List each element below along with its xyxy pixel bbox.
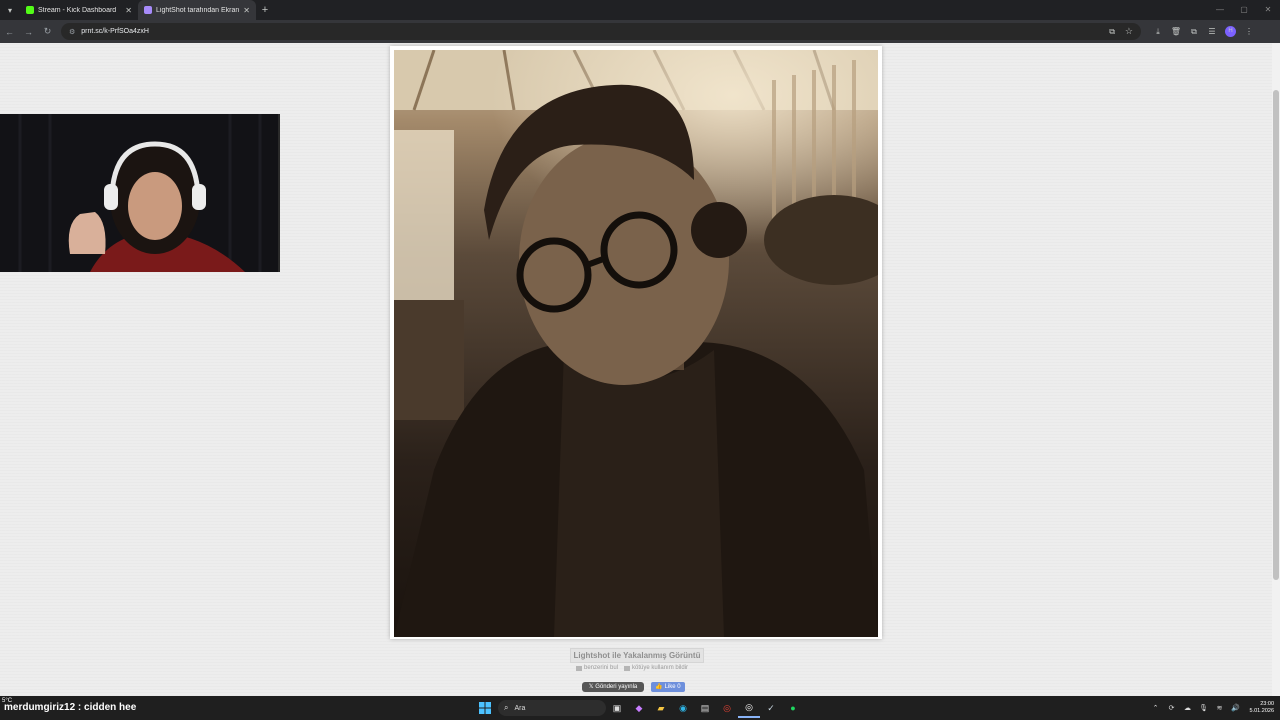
portrait-photo [394, 50, 878, 637]
install-app-icon[interactable]: ⧉ [1109, 27, 1115, 37]
tab-lightshot[interactable]: LightShot tarafından Ekran Gör ✕ [138, 0, 256, 20]
chat-overlay: merdumgiriz12 : cidden hee [4, 702, 136, 713]
webcam-feed [0, 114, 278, 272]
lightshot-favicon-icon [144, 6, 152, 14]
chat-separator: : [75, 702, 85, 713]
close-tab-icon[interactable]: ✕ [243, 6, 250, 15]
onedrive-icon[interactable]: ☁ [1180, 704, 1196, 712]
wifi-icon[interactable]: ≋ [1212, 704, 1228, 712]
chat-message: cidden hee [84, 702, 137, 713]
copilot-icon[interactable]: ◆ [628, 698, 650, 718]
steam-icon[interactable]: ✓ [760, 698, 782, 718]
translate-icon[interactable]: ⧉ [1185, 27, 1203, 37]
image-icon [576, 665, 582, 671]
profile-avatar[interactable]: H [1225, 26, 1236, 37]
taskbar: 5°C merdumgiriz12 : cidden hee ⌕ Ara ▣ ◆… [0, 696, 1280, 720]
scrollbar-thumb[interactable] [1273, 90, 1279, 580]
kick-favicon-icon [26, 6, 34, 14]
taskbar-search[interactable]: ⌕ Ara [498, 700, 606, 716]
window-controls: — ▢ ✕ [1208, 0, 1280, 20]
image-links: benzerini bul kötüye kullanım bildir [576, 665, 688, 671]
tab-search-icon[interactable]: ▾ [0, 0, 20, 20]
share-x-button[interactable]: 𝕏 Gönderi yayınla [582, 682, 644, 692]
microphone-icon[interactable]: 🎙 [1196, 704, 1212, 712]
chat-username: merdumgiriz12 [4, 702, 76, 713]
system-tray: ⌃ ⟳ ☁ 🎙 ≋ 🔊 23:00 5.01.2026 [1148, 698, 1274, 718]
file-explorer-icon[interactable]: ▰ [650, 698, 672, 718]
reload-icon[interactable]: ↻ [38, 26, 57, 37]
sync-icon[interactable]: ⟳ [1164, 704, 1180, 712]
store-icon[interactable]: ▤ [694, 698, 716, 718]
windows-icon [479, 702, 491, 714]
delete-icon[interactable]: 🗑 [1167, 27, 1185, 36]
webcam-overlay [0, 114, 280, 272]
new-tab-button[interactable]: + [256, 4, 274, 16]
spotify-icon[interactable]: ● [782, 698, 804, 718]
tray-overflow-icon[interactable]: ⌃ [1148, 704, 1164, 712]
address-bar[interactable]: ⚙ prnt.sc/k-PrfSOa4zxH ⧉ ☆ [61, 23, 1141, 40]
clock-time: 23:00 [1260, 701, 1274, 707]
start-button[interactable] [476, 699, 494, 717]
search-placeholder[interactable]: Ara [514, 705, 525, 712]
report-abuse-link[interactable]: kötüye kullanım bildir [624, 665, 688, 671]
back-icon[interactable]: ← [0, 27, 19, 37]
site-info-icon[interactable]: ⚙ [69, 28, 75, 36]
minimize-icon[interactable]: — [1208, 0, 1232, 20]
tab-strip: ▾ Stream - Kick Dashboard ✕ LightShot ta… [0, 0, 1280, 20]
bookmark-star-icon[interactable]: ☆ [1125, 26, 1133, 37]
forward-icon[interactable]: → [19, 27, 38, 37]
close-window-icon[interactable]: ✕ [1256, 0, 1280, 20]
search-icon: ⌕ [504, 703, 509, 712]
tab-group-icon[interactable]: ☰ [1203, 27, 1221, 36]
tab-kick-dashboard[interactable]: Stream - Kick Dashboard ✕ [20, 0, 138, 20]
browser-toolbar: ← → ↻ ⚙ prnt.sc/k-PrfSOa4zxH ⧉ ☆ ⤓ 🗑 ⧉ ☰… [0, 20, 1280, 43]
close-tab-icon[interactable]: ✕ [125, 6, 132, 15]
maximize-icon[interactable]: ▢ [1232, 0, 1256, 20]
screenshot-frame [390, 46, 882, 639]
screenshot-image [394, 50, 878, 637]
volume-icon[interactable]: 🔊 [1228, 704, 1244, 712]
taskbar-apps: ⌕ Ara ▣ ◆ ▰ ◉ ▤ ◎ ◎ ✓ ● [476, 698, 804, 718]
tab-title: Stream - Kick Dashboard [38, 6, 117, 14]
caption-label: Lightshot ile Yakalanmış Görüntü [570, 648, 704, 663]
facebook-like-button[interactable]: 👍 Like 0 [651, 682, 685, 692]
url-text[interactable]: prnt.sc/k-PrfSOa4zxH [81, 28, 1109, 35]
tab-title: LightShot tarafından Ekran Gör [156, 6, 240, 14]
menu-icon[interactable]: ⋮ [1240, 27, 1258, 36]
page-scrollbar[interactable] [1272, 43, 1280, 696]
find-similar-link[interactable]: benzerini bul [576, 665, 618, 671]
edge-icon[interactable]: ◉ [672, 698, 694, 718]
task-view-icon[interactable]: ▣ [606, 698, 628, 718]
download-icon[interactable]: ⤓ [1149, 27, 1167, 37]
clock-date: 5.01.2026 [1249, 708, 1274, 714]
chrome-profile-icon[interactable]: ◎ [738, 698, 760, 718]
flag-icon [624, 665, 631, 671]
chrome-icon[interactable]: ◎ [716, 698, 738, 718]
clock[interactable]: 23:00 5.01.2026 [1250, 701, 1274, 715]
